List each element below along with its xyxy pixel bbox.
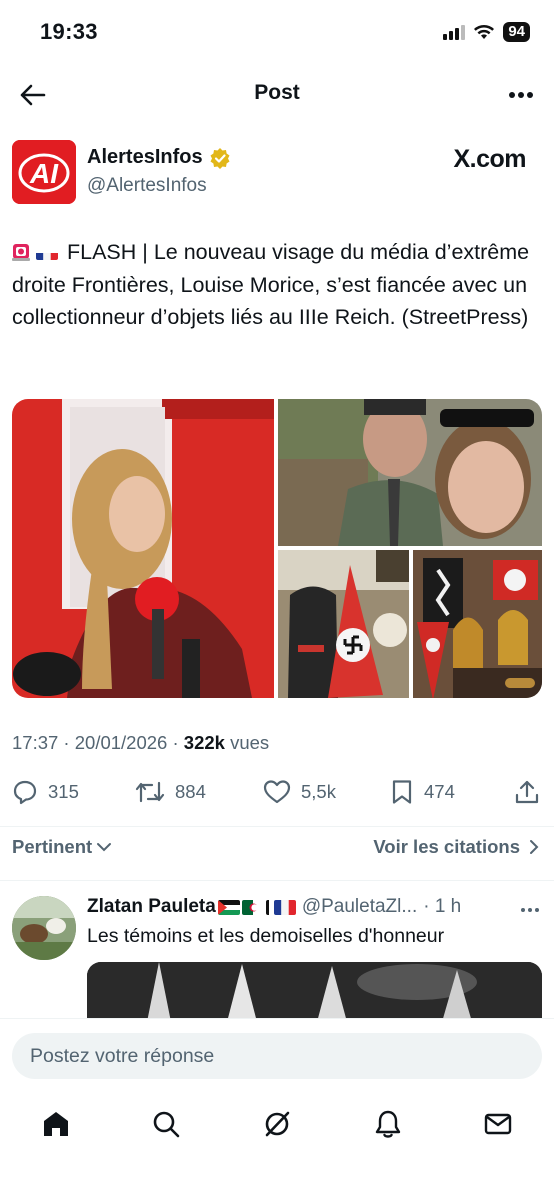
italy-flag-icon	[265, 899, 272, 915]
source-badge: X.com	[453, 145, 526, 173]
reply-media[interactable]	[87, 962, 542, 1022]
bookmark-count: 474	[424, 781, 455, 802]
bookmark-button[interactable]: 474	[390, 772, 455, 812]
notifications-icon	[375, 1110, 401, 1138]
verified-badge-icon	[210, 147, 230, 169]
replies-sort-row: Pertinent Voir les citations	[0, 826, 554, 870]
like-icon	[263, 780, 291, 804]
repost-button[interactable]: 884	[135, 772, 206, 812]
messages-icon	[484, 1113, 512, 1135]
photo-red-studio[interactable]	[12, 399, 274, 698]
reply-composer-bar: Postez votre réponse	[0, 1018, 554, 1098]
france-flag-icon	[273, 899, 296, 915]
logo-text: AI	[29, 158, 59, 189]
photo-collection-room[interactable]	[413, 550, 542, 698]
divider	[0, 880, 554, 881]
reply-author-handle[interactable]: @PauletaZl...	[302, 896, 417, 918]
nav-notifications[interactable]	[366, 1102, 410, 1146]
reply-input[interactable]: Postez votre réponse	[12, 1033, 542, 1079]
author-name-row[interactable]: AlertesInfos	[87, 146, 231, 169]
page-title: Post	[254, 81, 300, 104]
more-icon	[509, 92, 533, 98]
reply-avatar[interactable]	[12, 896, 76, 960]
chevron-down-icon	[97, 843, 112, 852]
tweet-text: FLASH | Le nouveau visage du média d’ext…	[12, 236, 542, 334]
share-button[interactable]	[514, 772, 540, 812]
photo-uniform-display[interactable]	[278, 550, 409, 698]
sort-label: Pertinent	[12, 836, 93, 857]
reply-more-button[interactable]	[520, 897, 540, 918]
like-button[interactable]: 5,5k	[263, 772, 336, 812]
author-handle[interactable]: @AlertesInfos	[87, 175, 207, 197]
siren-emoji-icon	[12, 238, 30, 261]
search-icon	[153, 1111, 180, 1138]
wifi-icon	[474, 25, 495, 39]
more-options-button[interactable]	[502, 76, 540, 114]
share-icon	[515, 780, 539, 804]
signal-icon	[443, 25, 466, 40]
tweet-meta: 17:37 · 20/01/2026 · 322k vues	[12, 732, 269, 754]
grok-icon	[265, 1111, 290, 1137]
repost-count: 884	[175, 781, 206, 802]
reply-button[interactable]: 315	[12, 772, 79, 812]
reply-time: · 1 h	[423, 896, 462, 917]
status-time: 19:33	[40, 19, 98, 44]
views-label: vues	[224, 732, 270, 753]
battery-level: 94	[503, 22, 530, 42]
reply-icon	[13, 780, 37, 805]
sort-dropdown[interactable]: Pertinent	[12, 836, 112, 858]
alertesinfos-logo-icon: AI	[12, 140, 76, 204]
nav-grok[interactable]	[255, 1102, 299, 1146]
photo-couple-selfie[interactable]	[278, 399, 542, 546]
chevron-right-icon	[530, 840, 539, 854]
nav-messages[interactable]	[476, 1102, 520, 1146]
author-name: AlertesInfos	[87, 146, 203, 168]
repost-icon	[135, 781, 165, 803]
author-avatar[interactable]: AI	[12, 140, 76, 204]
france-flag-icon	[36, 245, 58, 260]
home-icon	[44, 1112, 68, 1136]
nav-search[interactable]	[144, 1102, 188, 1146]
tweet-actions: 315 884 5,5k 474	[0, 772, 554, 812]
bookmark-icon	[392, 780, 412, 804]
reply-item[interactable]: Zlatan Pauleta @PauletaZl... · 1 h Les t…	[0, 882, 554, 1022]
status-bar: 19:33 94	[0, 0, 554, 66]
status-icons: 94	[443, 22, 530, 42]
post-header: Post	[0, 66, 554, 122]
reply-header: Zlatan Pauleta @PauletaZl... · 1 h	[87, 896, 540, 918]
tweet-body: FLASH | Le nouveau visage du média d’ext…	[12, 240, 530, 329]
view-quotes-link[interactable]: Voir les citations	[373, 836, 540, 858]
view-quotes-label: Voir les citations	[373, 836, 520, 857]
nav-home[interactable]	[34, 1102, 78, 1146]
tweet-media-grid[interactable]	[12, 399, 542, 698]
reply-author-name[interactable]: Zlatan Pauleta	[87, 896, 216, 918]
algeria-flag-icon	[241, 899, 264, 915]
views-count: 322k	[183, 732, 225, 753]
tweet-timestamp: 17:37 · 20/01/2026 ·	[12, 732, 184, 753]
reply-count: 315	[48, 781, 79, 802]
like-count: 5,5k	[301, 781, 336, 802]
reply-text: Les témoins et les demoiselles d'honneur	[87, 925, 445, 947]
more-icon	[521, 907, 539, 912]
palestine-flag-icon	[217, 899, 240, 915]
bottom-navigation	[0, 1098, 554, 1199]
post-author: AI AlertesInfos @AlertesInfos X.com	[12, 140, 542, 206]
